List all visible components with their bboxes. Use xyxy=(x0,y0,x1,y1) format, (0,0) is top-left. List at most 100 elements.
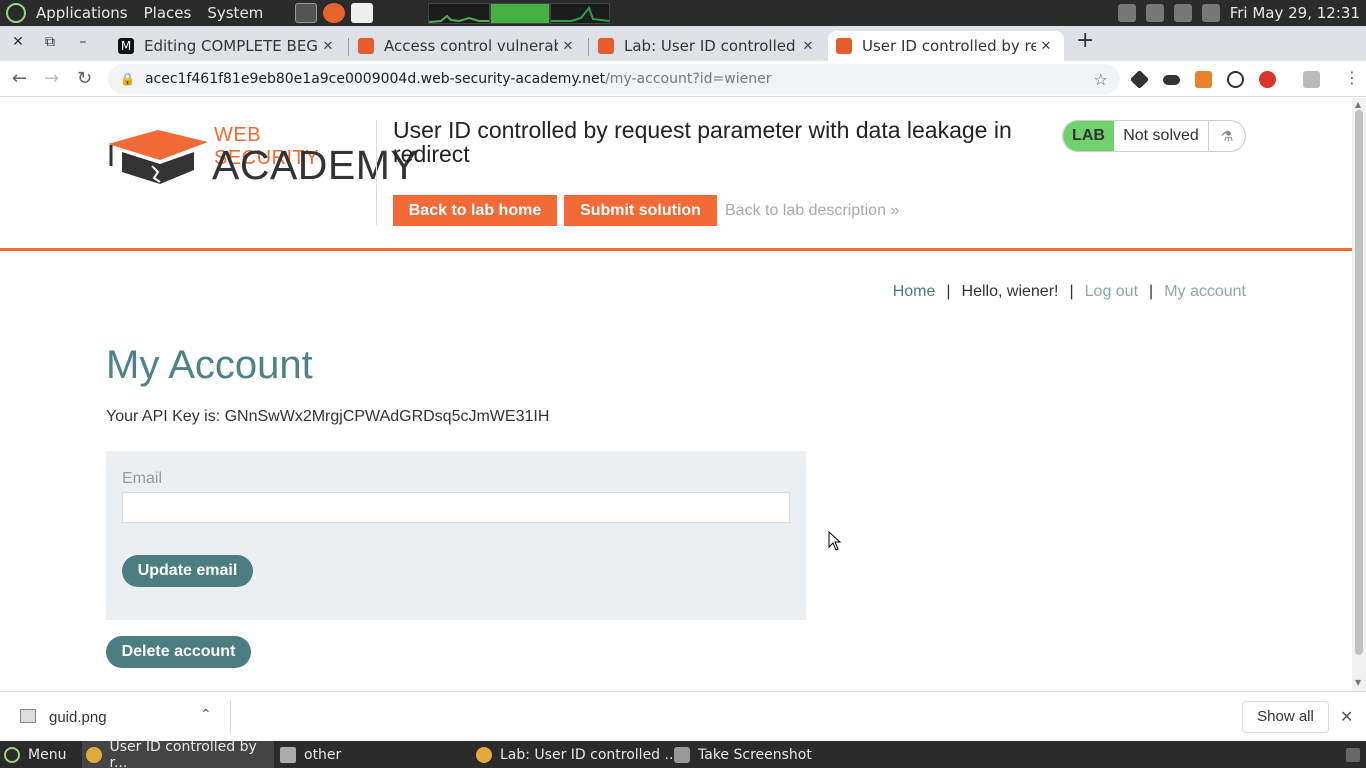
cpu-graph xyxy=(428,3,490,24)
firefox-launcher-icon[interactable] xyxy=(323,3,346,23)
browser-menu-icon[interactable]: ⋮ xyxy=(1344,68,1360,87)
extension-cube-icon[interactable] xyxy=(1129,69,1150,90)
lab-status-badge: LAB Not solved ⚗ xyxy=(1062,120,1246,152)
close-tab-icon[interactable]: ✕ xyxy=(318,39,338,54)
email-field[interactable] xyxy=(122,492,790,523)
api-key-text: Your API Key is: GNnSwWx2MrgjCPWAdGRDsq5… xyxy=(106,408,550,425)
close-tab-icon[interactable]: ✕ xyxy=(558,39,578,54)
terminal-launcher-icon[interactable] xyxy=(295,3,318,23)
email-label: Email xyxy=(122,470,163,487)
battery-icon[interactable] xyxy=(1201,4,1220,22)
home-link[interactable]: Home xyxy=(893,283,936,301)
window-restore-icon[interactable]: ⧉ xyxy=(40,34,60,50)
portswigger-favicon-icon xyxy=(598,38,614,54)
delete-account-button[interactable]: Delete account xyxy=(106,636,251,668)
folder-icon xyxy=(280,746,296,763)
flask-icon: ⚗ xyxy=(1220,127,1234,144)
tab-user-id-active[interactable]: User ID controlled by requ ✕ xyxy=(828,31,1064,61)
download-bar: guid.png ⌃ Show all ✕ xyxy=(0,691,1366,741)
back-icon[interactable]: ← xyxy=(12,68,27,89)
lock-icon[interactable]: 🔒 xyxy=(120,72,135,86)
clock[interactable]: Fri May 29, 12:31 xyxy=(1230,4,1360,22)
show-all-button[interactable]: Show all xyxy=(1242,701,1329,733)
portswigger-favicon-icon xyxy=(836,38,852,54)
tab-access-control[interactable]: Access control vulnerabilit ✕ xyxy=(350,31,586,61)
network-graph xyxy=(550,3,610,24)
reload-icon[interactable]: ↻ xyxy=(77,68,92,89)
nav-separator: | xyxy=(1149,283,1154,300)
taskbar-item-chrome-user-id[interactable]: User ID controlled by r... xyxy=(82,739,274,771)
text-editor-launcher-icon[interactable] xyxy=(351,3,374,23)
adblock-plus-icon[interactable] xyxy=(1259,71,1276,88)
network-signal-icon[interactable] xyxy=(1173,4,1192,22)
scrollbar-thumb[interactable] xyxy=(1355,110,1363,655)
web-security-academy-logo[interactable]: WEB SECURITY ACADEMY xyxy=(108,124,418,188)
logo-text-bottom: ACADEMY xyxy=(212,142,419,188)
web-page: WEB SECURITY ACADEMY User ID controlled … xyxy=(0,98,1352,691)
taskbar: Menu User ID controlled by r... other La… xyxy=(0,739,1366,771)
mouse-cursor-icon xyxy=(828,531,842,551)
taskbar-menu-button[interactable]: Menu xyxy=(4,741,66,768)
lab-title: User ID controlled by request parameter … xyxy=(393,117,1012,167)
logout-link[interactable]: Log out xyxy=(1085,283,1138,301)
forward-icon[interactable]: → xyxy=(44,68,59,89)
metamask-fox-icon[interactable] xyxy=(1195,71,1212,88)
browser-toolbar: ← → ↻ 🔒 acec1f461f81e9eb80e1a9ce0009004d… xyxy=(0,61,1366,97)
menu-logo-icon xyxy=(4,746,20,763)
extension-mask-icon[interactable] xyxy=(1163,75,1180,85)
tab-editing-complete[interactable]: M Editing COMPLETE BEGIN ✕ xyxy=(110,31,346,61)
places-menu[interactable]: Places xyxy=(144,4,192,22)
camera-icon xyxy=(674,746,690,763)
url-host: acec1f461f81e9eb80e1a9ce0009004d.web-sec… xyxy=(144,71,606,87)
double-chevron-right-icon: » xyxy=(890,202,900,219)
new-tab-icon[interactable]: + xyxy=(1076,28,1094,53)
volume-icon[interactable] xyxy=(1145,4,1164,22)
chrome-icon xyxy=(476,746,492,763)
taskbar-item-take-screenshot[interactable]: Take Screenshot xyxy=(674,741,812,768)
chrome-icon xyxy=(86,746,102,763)
close-icon[interactable]: ✕ xyxy=(1340,707,1353,727)
window-close-icon[interactable]: ✕ xyxy=(8,34,28,50)
update-email-button[interactable]: Update email xyxy=(122,555,253,587)
lab-status: Not solved xyxy=(1114,121,1209,151)
back-to-lab-home-button[interactable]: Back to lab home xyxy=(393,195,557,226)
lab-label: LAB xyxy=(1063,121,1114,151)
page-scrollbar[interactable]: ▲ ▼ xyxy=(1352,98,1366,691)
bluetooth-icon[interactable] xyxy=(1117,4,1136,22)
bookmark-star-icon[interactable]: ☆ xyxy=(1094,70,1108,89)
nav-separator: | xyxy=(1069,283,1074,300)
graduation-cap-logo-icon xyxy=(108,130,208,184)
update-email-form: Email Update email xyxy=(106,451,806,620)
system-panel: Applications Places System Fri May 29, 1… xyxy=(0,0,1366,26)
browser-tab-strip: ✕ ⧉ – M Editing COMPLETE BEGIN ✕ Access … xyxy=(0,26,1366,61)
close-tab-icon[interactable]: ✕ xyxy=(798,39,818,54)
scroll-up-icon[interactable]: ▲ xyxy=(1355,100,1361,109)
nav-separator: | xyxy=(946,283,951,300)
distro-logo-icon[interactable] xyxy=(6,3,26,23)
tab-lab-user-id[interactable]: Lab: User ID controlled by ✕ xyxy=(590,31,826,61)
download-filename[interactable]: guid.png xyxy=(49,709,107,726)
back-to-description-label: Back to lab description xyxy=(725,202,886,219)
address-bar[interactable]: 🔒 acec1f461f81e9eb80e1a9ce0009004d.web-s… xyxy=(108,64,1120,94)
medium-favicon-icon: M xyxy=(118,38,134,54)
extension-b-icon[interactable] xyxy=(1227,71,1244,88)
extension-translate-icon[interactable] xyxy=(1303,71,1320,88)
header-rule xyxy=(0,248,1352,251)
url-path: /my-account?id=wiener xyxy=(605,71,772,87)
back-to-lab-description-link[interactable]: Back to lab description » xyxy=(725,202,899,220)
window-minimize-icon[interactable]: – xyxy=(73,34,93,50)
applications-menu[interactable]: Applications xyxy=(36,4,128,22)
chevron-up-icon[interactable]: ⌃ xyxy=(200,706,212,723)
portswigger-favicon-icon xyxy=(358,38,374,54)
scroll-down-icon[interactable]: ▼ xyxy=(1355,678,1361,687)
taskbar-item-chrome-lab[interactable]: Lab: User ID controlled ... xyxy=(476,741,678,768)
close-tab-icon[interactable]: ✕ xyxy=(1036,39,1056,54)
system-menu[interactable]: System xyxy=(207,4,263,22)
taskbar-item-other[interactable]: other xyxy=(280,741,341,768)
top-navigation: Home | Hello, wiener! | Log out | My acc… xyxy=(893,283,1246,301)
submit-solution-button[interactable]: Submit solution xyxy=(564,195,717,226)
my-account-link[interactable]: My account xyxy=(1164,283,1246,301)
download-divider xyxy=(230,700,231,734)
show-desktop-icon[interactable] xyxy=(1346,741,1366,768)
header-divider xyxy=(376,120,377,225)
